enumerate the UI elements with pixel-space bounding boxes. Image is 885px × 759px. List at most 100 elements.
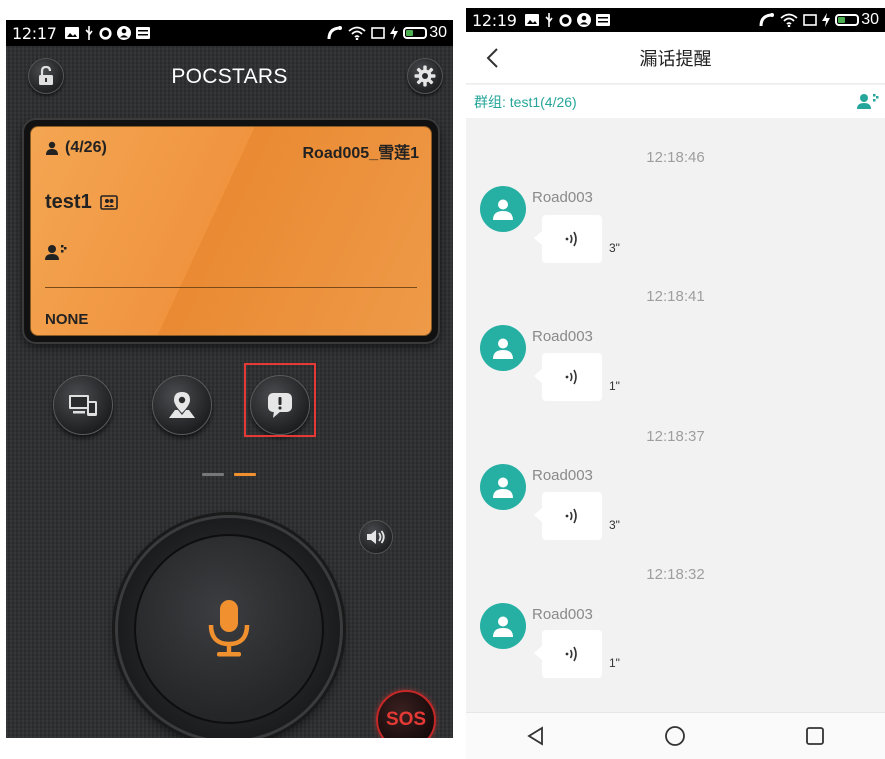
gear-icon [414,65,436,87]
avatar [480,603,526,649]
screenshot-stage: 12:17 30 POCSTARS (4/26) Road005_雪莲1 tes… [0,0,885,759]
person-avatar-icon [493,477,513,498]
message-timestamp: 12:18:41 [646,288,705,305]
group-card[interactable]: (4/26) Road005_雪莲1 test1 NONE [30,126,432,336]
circle-icon [99,26,112,40]
page-dot-active[interactable] [234,473,256,476]
speaker-status-icon [45,244,67,265]
avatar [480,464,526,510]
status-time: 12:17 [12,23,57,43]
back-button[interactable] [476,42,508,74]
group-contact-icon [99,195,118,210]
message-timestamp: 12:18:32 [646,566,705,583]
member-count-text: (4/26) [65,139,107,156]
system-nav-bar [466,712,885,759]
usb-icon [85,26,93,40]
phone-signal-icon [759,13,775,27]
message-timestamp: 12:18:46 [646,149,705,166]
voice-message-bubble[interactable] [534,215,602,263]
avatar [480,325,526,371]
volume-icon [367,530,385,544]
status-bar: 12:19 30 [466,8,885,32]
account-icon [576,13,591,27]
voice-duration: 3" [609,241,620,255]
person-avatar-icon [493,199,513,220]
person-avatar-icon [493,338,513,359]
keyboard-icon [595,14,610,26]
notification-icons [64,26,150,40]
battery-indicator: 30 [835,11,879,29]
charging-icon [390,26,399,40]
gallery-icon [64,27,79,39]
triangle-back-icon [527,726,543,746]
voice-wave-icon [565,231,577,247]
battery-indicator: 30 [403,24,447,42]
status-time: 12:19 [472,10,517,30]
highlight-box [244,363,316,437]
sender-name: Road003 [532,189,593,206]
devices-icon [69,395,97,416]
devices-button[interactable] [53,375,113,435]
voice-duration: 3" [609,518,620,532]
sender-name: Road003 [532,467,593,484]
status-bar: 12:17 30 [6,20,453,46]
battery-level: 30 [861,11,879,28]
person-avatar-icon [493,616,513,637]
wifi-icon [348,26,366,40]
voice-message-bubble[interactable] [534,630,602,678]
charging-icon [822,13,831,27]
push-to-talk-button[interactable] [118,518,340,738]
keyboard-icon [135,27,150,39]
map-pin-icon [169,392,195,418]
chevron-left-icon [486,48,498,68]
sos-label: SOS [385,709,427,730]
unlock-button[interactable] [28,58,64,94]
app-header: POCSTARS [6,48,453,106]
voice-message-bubble[interactable] [534,353,602,401]
pocstars-main-screen: 12:17 30 POCSTARS (4/26) Road005_雪莲1 tes… [6,20,453,738]
group-card-frame: (4/26) Road005_雪莲1 test1 NONE [24,120,438,342]
wifi-icon [780,13,798,27]
page-dot[interactable] [202,473,224,476]
group-members-icon[interactable] [857,93,879,109]
battery-icon [835,14,860,26]
battery-icon [403,27,428,39]
circle-home-icon [665,726,686,746]
voice-wave-icon [565,508,577,524]
sender-name: Road003 [532,328,593,345]
group-info-bar: 群组: test1(4/26) [466,85,885,118]
account-icon [116,26,131,40]
nav-recents-button[interactable] [795,716,835,756]
screen-icon [803,14,818,26]
page-indicator [202,473,256,476]
missed-message-list: 12:18:46 Road003 3" 12:18:41 Road003 1" … [466,118,885,710]
current-group: test1 [45,191,118,214]
settings-button[interactable] [407,58,443,94]
circle-icon [559,13,572,27]
push-to-talk-inner [134,534,324,724]
talk-status: NONE [45,311,89,328]
system-icons: 30 [327,24,447,42]
speaker-button[interactable] [359,520,393,554]
screen-icon [371,27,386,39]
usb-icon [545,13,553,27]
page-title: 漏话提醒 [639,48,712,69]
microphone-icon [208,600,250,657]
nav-home-button[interactable] [655,716,695,756]
current-user: Road005_雪莲1 [302,145,420,162]
nav-back-button[interactable] [516,716,556,756]
gallery-icon [524,14,539,26]
battery-level: 30 [429,24,447,41]
square-recents-icon [806,727,825,745]
page-header: 漏话提醒 [466,32,885,84]
voice-message-bubble[interactable] [534,492,602,540]
message-timestamp: 12:18:37 [646,428,705,445]
sos-button[interactable]: SOS [376,690,436,738]
avatar [480,186,526,232]
notification-icons [524,13,610,27]
location-button[interactable] [152,375,212,435]
voice-wave-icon [565,369,577,385]
person-icon [46,141,58,155]
system-icons: 30 [759,11,879,29]
voice-duration: 1" [609,656,620,670]
